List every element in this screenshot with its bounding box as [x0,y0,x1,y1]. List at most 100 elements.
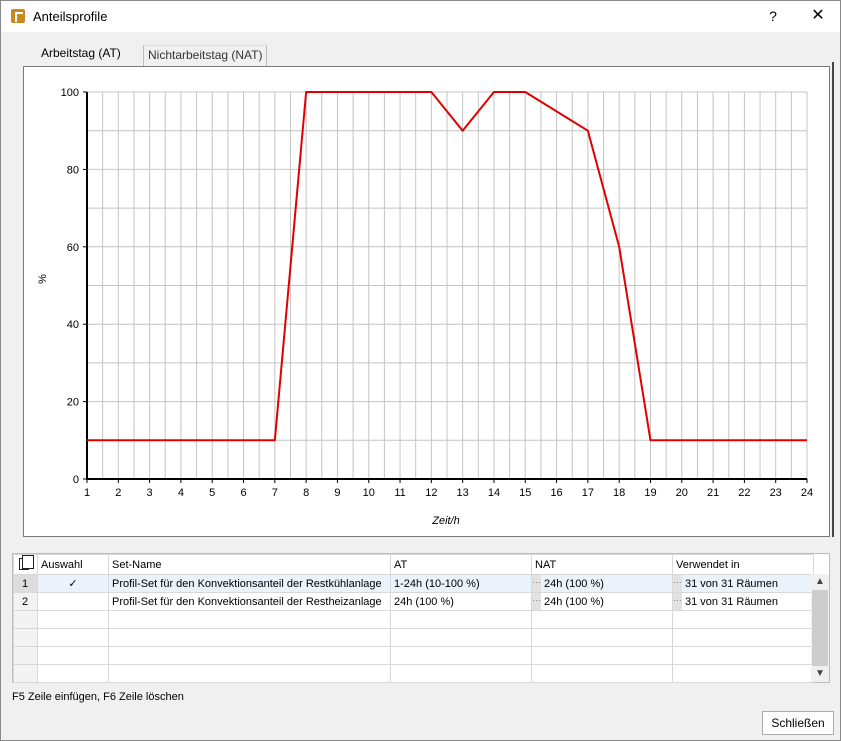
ellipsis-button[interactable]: ··· [673,593,682,610]
empty-cell[interactable] [672,610,814,629]
x-tick-label: 23 [770,487,782,499]
table-row[interactable]: 1 ✓ Profil-Set für den Konvektionsanteil… [13,574,814,593]
column-header-auswahl[interactable]: Auswahl [37,554,109,575]
at-cell[interactable]: 24h (100 %) [390,592,532,611]
dialog-window: Anteilsprofile ? ✕ Arbeitstag (AT) Nicht… [0,0,841,741]
x-tick-label: 10 [363,487,375,499]
x-tick-label: 1 [84,487,90,499]
empty-cell[interactable] [531,646,673,665]
x-tick-label: 7 [272,487,278,499]
x-tick-label: 15 [519,487,531,499]
empty-cell[interactable] [672,628,814,647]
y-tick-label: 60 [67,242,79,254]
ellipsis-button[interactable]: ··· [673,575,682,592]
scroll-up-icon[interactable]: ▲ [811,574,829,590]
set-name-cell[interactable]: Profil-Set für den Konvektionsanteil der… [108,592,391,611]
empty-cell[interactable] [108,628,391,647]
x-tick-label: 2 [115,487,121,499]
scroll-thumb[interactable] [812,590,828,666]
app-icon [11,9,25,23]
x-tick-label: 18 [613,487,625,499]
x-tick-label: 16 [550,487,562,499]
nat-value: 24h (100 %) [544,595,604,608]
empty-cell[interactable] [390,664,532,683]
help-button[interactable]: ? [761,4,785,28]
empty-row[interactable] [13,628,814,647]
x-axis-label: Zeit/h [431,515,460,527]
used-in-value: 31 von 31 Räumen [685,577,778,590]
used-in-value: 31 von 31 Räumen [685,595,778,608]
column-header-set-name[interactable]: Set-Name [108,554,391,575]
row-number [13,646,38,665]
x-tick-label: 14 [488,487,500,499]
at-cell[interactable]: 1-24h (10-100 %) [390,574,532,593]
set-name-cell[interactable]: Profil-Set für den Konvektionsanteil der… [108,574,391,593]
ellipsis-button[interactable]: ··· [532,575,541,592]
empty-cell[interactable] [672,646,814,665]
column-header-at[interactable]: AT [390,554,532,575]
x-tick-label: 13 [457,487,469,499]
empty-cell[interactable] [390,610,532,629]
profile-chart: 1 2 3 4 5 6 7 8 9 10 11 12 13 14 15 16 17 18 19 20 21 22 23 24 … [37,87,813,527]
profile-set-table: Auswahl Set-Name AT NAT Verwendet in 1 ✓… [12,553,830,683]
y-axis-label: % [37,274,49,284]
tab-nichtarbeitstag[interactable]: Nichtarbeitstag (NAT) [143,45,268,66]
empty-cell[interactable] [390,646,532,665]
x-tick-label: 5 [209,487,215,499]
x-tick-label: 19 [644,487,656,499]
x-tick-label: 3 [147,487,153,499]
empty-row[interactable] [13,664,814,683]
x-tick-label: 6 [240,487,246,499]
vertical-scrollbar[interactable]: ▲ ▼ [811,574,829,682]
empty-cell[interactable] [390,628,532,647]
column-header-nat[interactable]: NAT [531,554,673,575]
empty-cell[interactable] [531,610,673,629]
table-row[interactable]: 2 Profil-Set für den Konvektionsanteil d… [13,592,814,611]
used-in-cell[interactable]: ··· 31 von 31 Räumen [672,592,814,611]
empty-row[interactable] [13,610,814,629]
row-number: 2 [13,592,38,611]
x-tick-label: 22 [738,487,750,499]
row-number [13,664,38,683]
row-number [13,610,38,629]
schliessen-button[interactable]: Schließen [762,711,834,735]
keyboard-hint: F5 Zeile einfügen, F6 Zeile löschen [12,691,184,703]
nat-cell[interactable]: ··· 24h (100 %) [531,574,673,593]
window-title: Anteilsprofile [33,9,108,24]
y-tick-label: 20 [67,397,79,409]
column-header-verwendet-in[interactable]: Verwendet in [672,554,814,575]
close-icon[interactable]: ✕ [803,4,833,28]
empty-row[interactable] [13,646,814,665]
empty-cell[interactable] [108,664,391,683]
copy-header[interactable] [13,554,38,575]
auswahl-checkmark[interactable] [37,592,109,611]
x-tick-label: 24 [801,487,813,499]
x-tick-label: 12 [425,487,437,499]
y-tick-label: 80 [67,164,79,176]
empty-cell[interactable] [531,628,673,647]
y-tick-label: 40 [67,319,79,331]
x-tick-label: 4 [178,487,184,499]
x-tick-label: 17 [582,487,594,499]
x-tick-label: 11 [394,487,405,499]
auswahl-checkmark[interactable]: ✓ [37,574,109,593]
scroll-down-icon[interactable]: ▼ [811,666,829,682]
used-in-cell[interactable]: ··· 31 von 31 Räumen [672,574,814,593]
empty-cell[interactable] [108,646,391,665]
y-tick-label: 0 [73,474,79,486]
empty-cell[interactable] [531,664,673,683]
empty-cell[interactable] [37,628,109,647]
empty-cell[interactable] [672,664,814,683]
chart-panel: 1 2 3 4 5 6 7 8 9 10 11 12 13 14 15 16 17 18 19 20 21 22 23 24 … [23,62,834,537]
empty-cell[interactable] [37,610,109,629]
nat-cell[interactable]: ··· 24h (100 %) [531,592,673,611]
tab-arbeitstag[interactable]: Arbeitstag (AT) [31,42,131,66]
x-tick-label: 9 [334,487,340,499]
ellipsis-button[interactable]: ··· [532,593,541,610]
empty-cell[interactable] [37,664,109,683]
row-number [13,628,38,647]
empty-cell[interactable] [37,646,109,665]
copy-icon[interactable] [19,555,34,570]
title-bar: Anteilsprofile ? ✕ [1,1,840,32]
empty-cell[interactable] [108,610,391,629]
